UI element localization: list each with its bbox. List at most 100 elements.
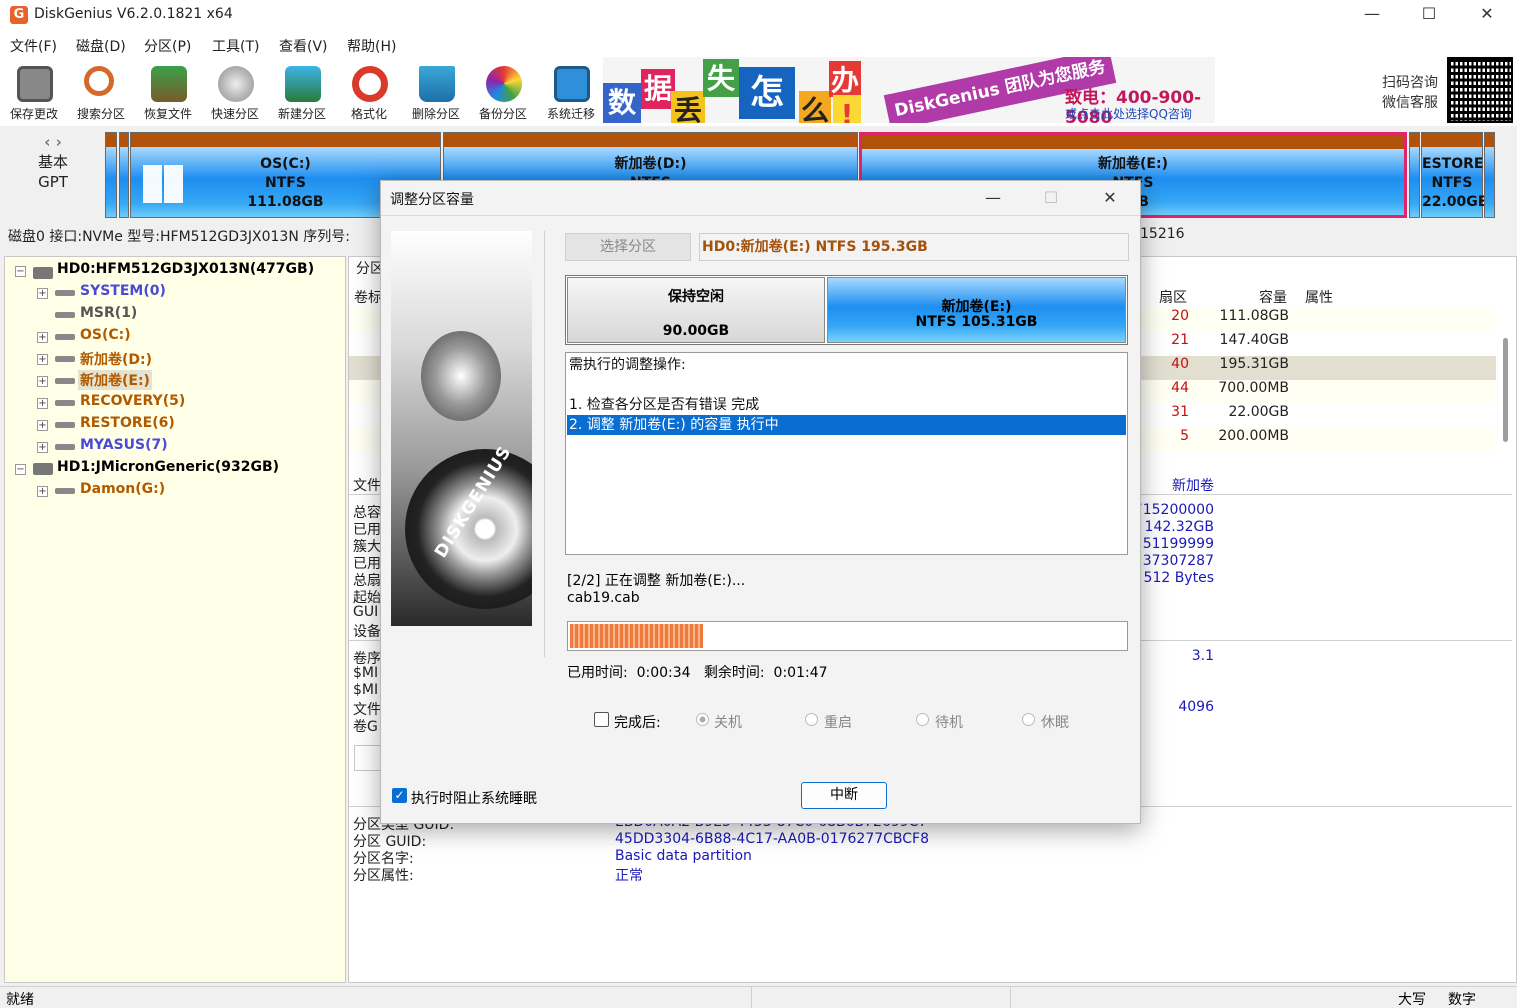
prevent-sleep-checkbox[interactable]: ✓ [392,788,407,803]
partition-segment-system[interactable] [105,132,117,218]
save-icon [17,66,53,102]
attr-header[interactable]: 属性 [1305,287,1333,307]
partition-icon [55,488,75,494]
delete-partition-button[interactable]: 删除分区 [403,60,469,124]
format-button[interactable]: 格式化 [336,60,402,124]
after-complete-label: 完成后: [614,715,661,731]
tree-item-e-selected[interactable]: 新加卷(E:) [78,370,152,390]
menu-view[interactable]: 查看(V) [279,36,328,56]
progress-fill [570,624,704,648]
quick-partition-label: 快速分区 [210,107,259,121]
row-capacity: 200.00MB [1218,428,1289,444]
tree-item-c[interactable]: OS(C:) [80,327,131,343]
search-partition-button[interactable]: 搜索分区 [68,60,134,124]
banner-qq-link[interactable]: 或点击此处选择QQ咨询 [1065,105,1192,122]
progress-file: cab19.cab [567,590,640,606]
capacity-header[interactable]: 容量 [1259,287,1287,307]
partition-d-name: 新加卷(D:) [614,156,687,172]
recover-files-button[interactable]: 恢复文件 [135,60,201,124]
fs-label: 文件 [353,478,381,494]
part-guid-value: 45DD3304-6B88-4C17-AA0B-0176277CBCF8 [615,831,930,847]
app-logo-icon: G [10,6,28,24]
partition-segment-msr[interactable] [119,132,129,218]
time-info: 已用时间: 0:00:34 剩余时间: 0:01:47 [567,665,828,681]
expand-icon[interactable]: + [37,420,48,431]
minimize-button[interactable]: — [1344,0,1400,30]
new-partition-icon [285,66,321,102]
row-capacity: 700.00MB [1218,380,1289,396]
dialog-title: 调整分区容量 [390,192,474,208]
partition-icon [55,334,75,340]
menu-partition[interactable]: 分区(P) [144,36,191,56]
backup-icon [486,66,522,102]
disk-gpt-label: GPT [38,173,68,191]
row-capacity: 22.00GB [1228,404,1289,420]
selected-partition-field: HD0:新加卷(E:) NTFS 195.3GB [699,233,1129,261]
dialog-minimize-button[interactable]: — [964,181,1022,215]
partition-segment-recovery[interactable] [1409,132,1420,218]
partition-icon [55,422,75,428]
expand-icon[interactable]: + [37,486,48,497]
expand-icon[interactable]: + [37,398,48,409]
tree-item-myasus[interactable]: MYASUS(7) [80,437,168,453]
partition-segment-myasus[interactable] [1484,132,1495,218]
radio-hibernate [1022,713,1035,726]
menu-tools[interactable]: 工具(T) [212,36,259,56]
volume-segment[interactable]: 新加卷(E:) NTFS 105.31GB [827,277,1126,343]
info-label: GUI [353,604,379,620]
menu-file[interactable]: 文件(F) [10,36,57,56]
progress-bar [567,621,1128,651]
tree-disk1[interactable]: HD1:JMicronGeneric(932GB) [57,459,279,475]
volume-label-header: 卷标 [354,290,382,306]
partition-icon [55,312,75,318]
expand-icon[interactable]: + [37,354,48,365]
tree-item-d[interactable]: 新加卷(D:) [80,349,152,369]
disk-nav-arrows-icon[interactable]: ‹ › [8,132,98,152]
recover-icon [151,66,187,102]
tree-item-recovery[interactable]: RECOVERY(5) [80,393,185,409]
table-scrollbar[interactable] [1503,338,1508,442]
progress-status: [2/2] 正在调整 新加卷(E:)... [567,573,746,589]
banner-word: 数 [603,83,641,123]
expand-icon[interactable]: + [37,376,48,387]
hard-disk-icon [33,463,53,475]
backup-partition-button[interactable]: 备份分区 [470,60,536,124]
expand-icon[interactable]: + [37,442,48,453]
expand-icon[interactable]: + [37,288,48,299]
banner-word: 据 [641,69,675,109]
diskgenius-hdd-image: DISKGENIUS [391,231,532,626]
hard-disk-icon [33,267,53,279]
tree-item-restore[interactable]: RESTORE(6) [80,415,175,431]
menu-help[interactable]: 帮助(H) [347,36,396,56]
menu-disk[interactable]: 磁盘(D) [76,36,126,56]
collapse-icon[interactable]: − [15,464,26,475]
tree-disk0[interactable]: HD0:HFM512GD3JX013N(477GB) [57,261,314,277]
expand-icon[interactable]: + [37,332,48,343]
new-partition-button[interactable]: 新建分区 [269,60,335,124]
save-changes-button[interactable]: 保存更改 [1,60,67,124]
dialog-maximize-button: ☐ [1043,188,1059,207]
disk-tree[interactable]: − HD0:HFM512GD3JX013N(477GB) + SYSTEM(0)… [4,256,346,983]
abort-button[interactable]: 中断 [801,782,887,809]
close-button[interactable]: ✕ [1459,0,1515,30]
partition-segment-restore[interactable]: ESTORE( NTFS 22.00GB [1421,132,1490,218]
tree-item-system[interactable]: SYSTEM(0) [80,283,166,299]
ad-banner[interactable]: 数 据 丢 失 怎 么 办 ! DiskGenius 团队为您服务 致电：400… [603,57,1215,123]
partition-icon [55,444,75,450]
after-complete-checkbox[interactable] [594,712,609,727]
maximize-button[interactable]: ☐ [1401,0,1457,30]
dialog-close-button[interactable]: ✕ [1081,181,1139,215]
system-migration-button[interactable]: 系统迁移 [538,60,604,124]
tree-item-msr[interactable]: MSR(1) [80,305,137,321]
sector-header[interactable]: 扇区 [1159,287,1187,307]
collapse-icon[interactable]: − [15,266,26,277]
free-space-label: 保持空闲 [668,289,724,305]
quick-partition-button[interactable]: 快速分区 [202,60,268,124]
divider [751,987,752,1008]
prevent-sleep-label: 执行时阻止系统睡眠 [411,791,537,807]
platter-icon [405,449,532,609]
save-changes-label: 保存更改 [9,107,58,121]
tree-item-g[interactable]: Damon(G:) [80,481,165,497]
operation-item: 1. 检查各分区是否有错误 完成 [569,397,760,413]
free-space-segment[interactable]: 保持空闲 90.00GB [567,277,825,343]
